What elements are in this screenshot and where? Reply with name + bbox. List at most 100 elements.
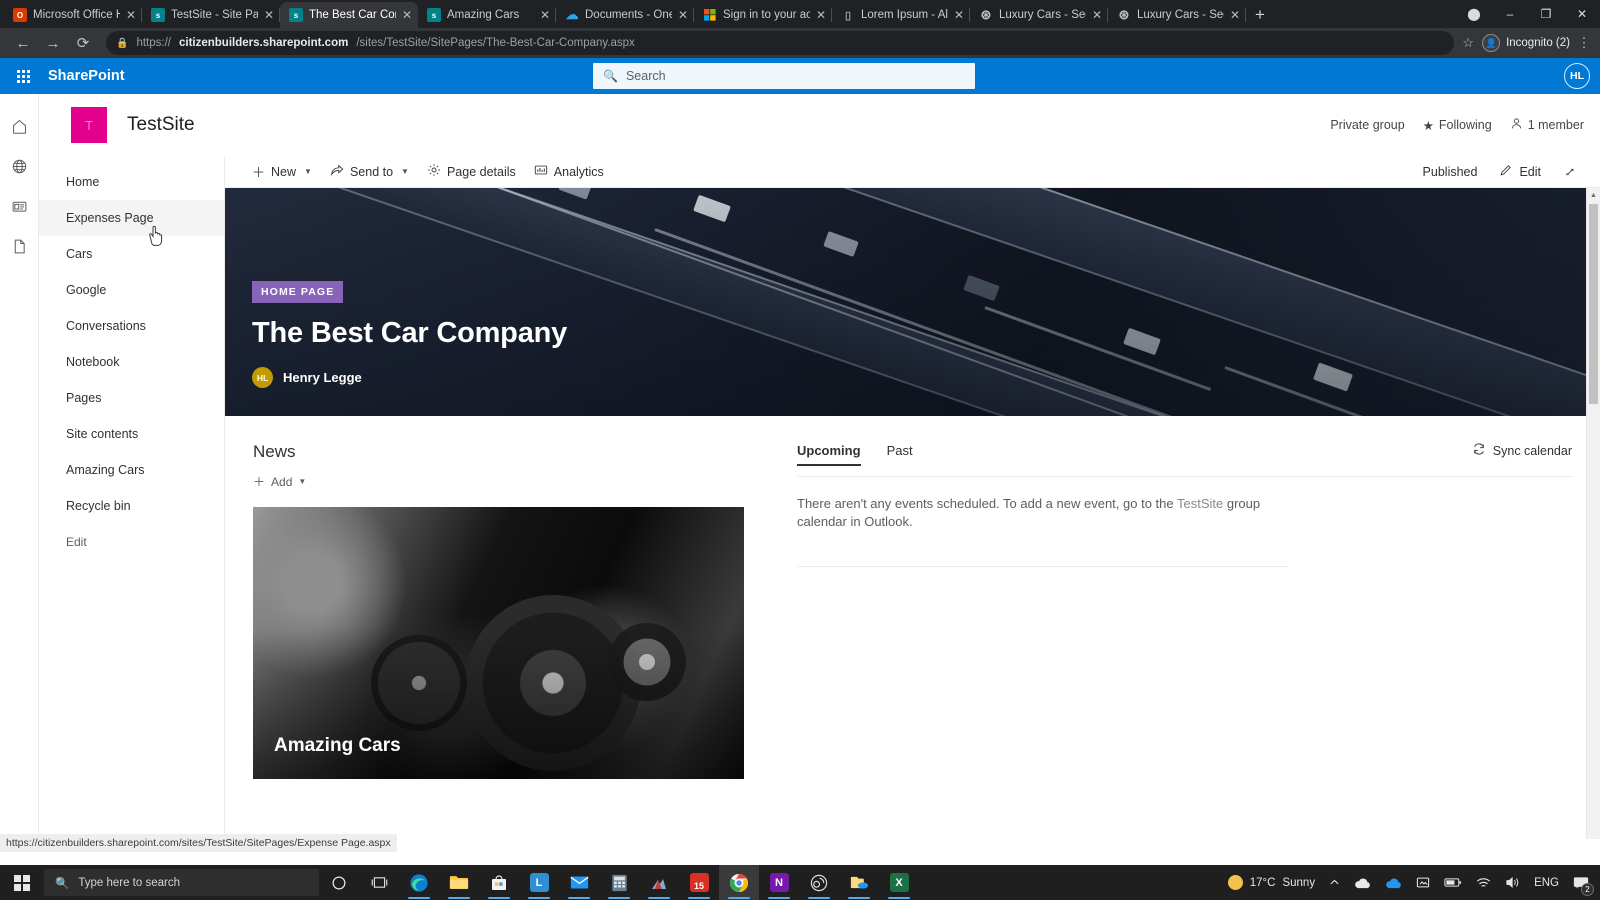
- battery-icon[interactable]: [1437, 865, 1469, 900]
- browser-tab-7[interactable]: ⊛ Luxury Cars - Sedans, ✕: [970, 2, 1108, 28]
- page-scrollbar[interactable]: ▲: [1586, 188, 1600, 839]
- news-feed-icon[interactable]: [0, 186, 39, 226]
- sidebar-item-notebook[interactable]: Notebook: [39, 344, 224, 380]
- obs-icon[interactable]: [799, 865, 839, 900]
- tab-close-icon[interactable]: ✕: [1230, 9, 1240, 21]
- tab-close-icon[interactable]: ✕: [264, 9, 274, 21]
- page-details-button[interactable]: Page details: [418, 157, 525, 187]
- add-news-button[interactable]: ＋ Add ▼: [253, 473, 769, 490]
- cloud-white-icon[interactable]: [1347, 865, 1378, 900]
- members-button[interactable]: 1 member: [1510, 117, 1584, 133]
- sharepoint-brand[interactable]: SharePoint: [48, 68, 125, 84]
- chrome-icon[interactable]: [719, 865, 759, 900]
- site-logo[interactable]: T: [71, 107, 107, 143]
- calculator-icon[interactable]: [599, 865, 639, 900]
- reload-button[interactable]: ⟳: [68, 30, 98, 56]
- site-title[interactable]: TestSite: [127, 114, 195, 136]
- edit-page-button[interactable]: Edit: [1490, 157, 1550, 187]
- browser-tab-5[interactable]: Sign in to your accoun ✕: [694, 2, 832, 28]
- profile-location-icon[interactable]: ⬤: [1456, 0, 1492, 28]
- minimize-button[interactable]: –: [1492, 0, 1528, 28]
- cloud-blue-icon[interactable]: [1378, 865, 1409, 900]
- main-columns: Home Expenses Page Cars Google Conversat…: [39, 156, 1600, 839]
- send-to-button[interactable]: Send to ▼: [321, 157, 418, 187]
- sidebar-item-site-contents[interactable]: Site contents: [39, 416, 224, 452]
- windows-start-icon[interactable]: [0, 865, 44, 900]
- news-card[interactable]: Amazing Cars: [253, 507, 744, 779]
- tab-close-icon[interactable]: ✕: [954, 9, 964, 21]
- sidebar-item-amazing-cars[interactable]: Amazing Cars: [39, 452, 224, 488]
- browser-tab-3[interactable]: s Amazing Cars ✕: [418, 2, 556, 28]
- sidebar-item-conversations[interactable]: Conversations: [39, 308, 224, 344]
- cortana-icon[interactable]: [319, 865, 359, 900]
- sidebar-item-recycle-bin[interactable]: Recycle bin: [39, 488, 224, 524]
- browser-tab-4[interactable]: ☁ Documents - OneDriv ✕: [556, 2, 694, 28]
- author-name[interactable]: Henry Legge: [283, 370, 362, 385]
- hero-banner[interactable]: HOME PAGE The Best Car Company HL Henry …: [225, 188, 1600, 416]
- tab-past[interactable]: Past: [887, 443, 913, 466]
- excel-icon[interactable]: X: [879, 865, 919, 900]
- file-explorer-icon[interactable]: [439, 865, 479, 900]
- new-button[interactable]: ＋ New ▼: [243, 157, 321, 187]
- windows-media-icon[interactable]: [639, 865, 679, 900]
- url-protocol: https://: [136, 37, 171, 49]
- forward-button[interactable]: →: [38, 30, 68, 56]
- document-icon[interactable]: [0, 226, 39, 266]
- onedrive-folder-icon[interactable]: [839, 865, 879, 900]
- back-button[interactable]: ←: [8, 30, 38, 56]
- app-launcher-icon[interactable]: [6, 59, 40, 93]
- user-avatar[interactable]: HL: [1564, 63, 1590, 89]
- tab-close-icon[interactable]: ✕: [1092, 9, 1102, 21]
- following-button[interactable]: ★ Following: [1423, 118, 1492, 133]
- scrollbar-thumb[interactable]: [1589, 204, 1598, 404]
- tab-close-icon[interactable]: ✕: [540, 9, 550, 21]
- edge-icon[interactable]: [399, 865, 439, 900]
- home-icon[interactable]: [0, 106, 39, 146]
- bookmark-star-icon[interactable]: ☆: [1462, 35, 1474, 51]
- sidebar-item-home[interactable]: Home: [39, 164, 224, 200]
- incognito-indicator[interactable]: 👤 Incognito (2): [1482, 34, 1570, 52]
- sidebar-item-google[interactable]: Google: [39, 272, 224, 308]
- maximize-button[interactable]: ❐: [1528, 0, 1564, 28]
- chevron-up-icon[interactable]: [1322, 865, 1347, 900]
- browser-tab-1[interactable]: s TestSite - Site Pages - ✕: [142, 2, 280, 28]
- notification-icon[interactable]: 2: [1566, 865, 1596, 900]
- new-tab-button[interactable]: +: [1246, 2, 1274, 28]
- tab-close-icon[interactable]: ✕: [126, 9, 136, 21]
- mail-icon[interactable]: [559, 865, 599, 900]
- language-indicator[interactable]: ENG: [1527, 865, 1566, 900]
- tab-close-icon[interactable]: ✕: [402, 9, 412, 21]
- task-view-icon[interactable]: [359, 865, 399, 900]
- microsoft-store-icon[interactable]: [479, 865, 519, 900]
- weather-widget[interactable]: 17°C Sunny: [1221, 865, 1322, 900]
- close-window-button[interactable]: ✕: [1564, 0, 1600, 28]
- address-bar[interactable]: 🔒 https:// citizenbuilders.sharepoint.com…: [106, 31, 1455, 55]
- browser-tab-0[interactable]: O Microsoft Office Home ✕: [4, 2, 142, 28]
- sidebar-item-expenses-page[interactable]: Expenses Page: [39, 200, 224, 236]
- onenote-icon[interactable]: N: [759, 865, 799, 900]
- linkedin-icon[interactable]: L: [519, 865, 559, 900]
- tab-close-icon[interactable]: ✕: [678, 9, 688, 21]
- browser-tab-2-active[interactable]: s The Best Car Company ✕: [280, 2, 418, 28]
- tab-upcoming[interactable]: Upcoming: [797, 443, 861, 466]
- calendar-icon[interactable]: 15: [679, 865, 719, 900]
- taskbar-search-input[interactable]: 🔍 Type here to search: [44, 869, 319, 896]
- tab-title: The Best Car Company: [309, 9, 396, 21]
- speaker-icon[interactable]: [1498, 865, 1527, 900]
- kebab-menu-icon[interactable]: ⋮: [1576, 35, 1592, 51]
- testsite-group-link[interactable]: TestSite: [1177, 496, 1223, 511]
- search-box[interactable]: 🔍 Search: [593, 63, 975, 89]
- analytics-button[interactable]: Analytics: [525, 157, 613, 187]
- globe-icon[interactable]: [0, 146, 39, 186]
- tab-close-icon[interactable]: ✕: [816, 9, 826, 21]
- browser-tab-8[interactable]: ⊛ Luxury Cars - Sedans, ✕: [1108, 2, 1246, 28]
- snip-icon[interactable]: [1409, 865, 1437, 900]
- sidebar-item-pages[interactable]: Pages: [39, 380, 224, 416]
- sync-calendar-button[interactable]: Sync calendar: [1472, 442, 1572, 467]
- wifi-icon[interactable]: [1469, 865, 1498, 900]
- browser-tab-6[interactable]: ▯ Lorem Ipsum - All the ✕: [832, 2, 970, 28]
- scroll-up-icon[interactable]: ▲: [1587, 188, 1600, 202]
- sidebar-item-edit[interactable]: Edit: [39, 524, 224, 560]
- sidebar-item-cars[interactable]: Cars: [39, 236, 224, 272]
- full-screen-icon[interactable]: [1554, 157, 1586, 187]
